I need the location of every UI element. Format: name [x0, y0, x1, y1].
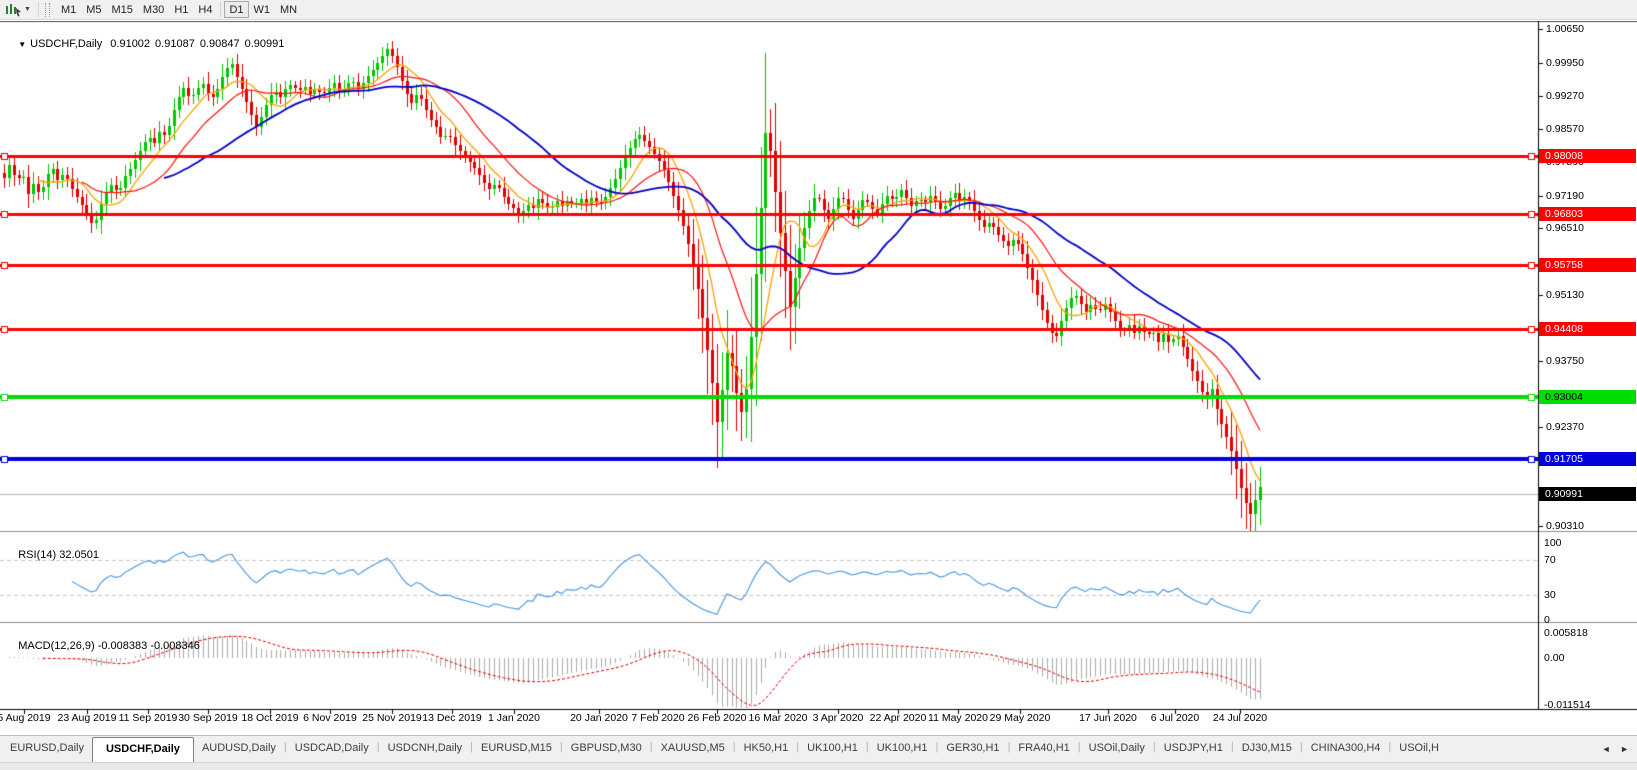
chart-tab-fra40-h1[interactable]: FRA40,H1 — [1010, 736, 1077, 763]
date-axis-label: 20 Jan 2020 — [570, 712, 628, 724]
price-chart-canvas[interactable] — [0, 21, 1637, 734]
rsi-value: 32.0501 — [59, 549, 99, 561]
timeframe-button-mn[interactable]: MN — [275, 1, 302, 18]
date-axis-label: 7 Feb 2020 — [631, 712, 685, 724]
rsi-scale-100: 100 — [1544, 537, 1562, 549]
tab-scroll-arrows: ◄ ► — [1595, 744, 1629, 754]
date-axis-label: 6 Nov 2019 — [303, 712, 357, 724]
date-axis-label: 11 May 2020 — [928, 712, 988, 724]
timeframe-button-m1[interactable]: M1 — [56, 1, 81, 18]
chart-tab-dj30-m15[interactable]: DJ30,M15 — [1234, 736, 1300, 763]
toolbar-separator — [220, 2, 222, 17]
chart-tab-usdcad-daily[interactable]: USDCAD,Daily — [287, 736, 377, 763]
chart-tab-usdchf-daily[interactable]: USDCHF,Daily — [91, 737, 194, 763]
price-axis-tick: 1.00650 — [1546, 23, 1584, 35]
timeframe-button-w1[interactable]: W1 — [249, 1, 276, 18]
macd-scale-0.00: 0.00 — [1544, 652, 1565, 664]
price-axis-tick: 0.99270 — [1546, 90, 1584, 102]
date-axis-label: 5 Aug 2019 — [0, 712, 51, 724]
date-axis-label: 25 Nov 2019 — [362, 712, 422, 724]
rsi-scale-70: 70 — [1544, 554, 1556, 566]
chart-symbol: USDCHF,Daily — [30, 38, 103, 50]
macd-values: -0.008383 -0.008346 — [97, 640, 200, 652]
date-axis-label: 6 Jul 2020 — [1150, 712, 1200, 724]
rsi-name: RSI(14) — [18, 549, 57, 561]
chart-tab-eurusd-daily[interactable]: EURUSD,Daily — [2, 736, 92, 763]
timeframe-button-h4[interactable]: H4 — [193, 1, 217, 18]
current-price-label: 0.90991 — [1539, 487, 1636, 501]
mt4-terminal: { "toolbar": { "dropdown_icon": "▼", "ti… — [0, 0, 1637, 770]
price-level-label-0.93004: 0.93004 — [1539, 390, 1636, 404]
chart-tab-ger30-h1[interactable]: GER30,H1 — [938, 736, 1007, 763]
timeframe-toolbar: ▼ M1 M5 M15 M30 H1 H4 D1 W1 MN — [0, 0, 1637, 20]
price-level-label-0.98008: 0.98008 — [1539, 149, 1636, 163]
date-axis-label: 11 Sep 2019 — [118, 712, 178, 724]
macd-scale--0.011514: -0.011514 — [1544, 699, 1591, 711]
date-axis-label: 29 May 2020 — [989, 712, 1051, 724]
chart-tab-hk50-h1[interactable]: HK50,H1 — [736, 736, 797, 763]
price-axis-tick: 0.95130 — [1546, 289, 1584, 301]
date-axis-label: 18 Oct 2019 — [241, 712, 299, 724]
price-axis-tick: 0.97190 — [1546, 190, 1584, 202]
rsi-indicator-label: RSI(14) 32.0501 — [6, 537, 99, 573]
date-axis-label: 24 Jul 2020 — [1212, 712, 1268, 724]
chart-tab-eurusd-m15[interactable]: EURUSD,M15 — [473, 736, 560, 763]
toolbar-separator — [37, 2, 39, 17]
timeframe-button-m5[interactable]: M5 — [81, 1, 106, 18]
ohlc-open: 0.91002 — [110, 38, 151, 50]
price-axis-tick: 0.96510 — [1546, 222, 1584, 234]
date-axis-label: 13 Dec 2019 — [422, 712, 482, 724]
chart-tab-usdcnh-daily[interactable]: USDCNH,Daily — [380, 736, 471, 763]
price-axis-tick: 0.98570 — [1546, 123, 1584, 135]
date-axis-label: 26 Feb 2020 — [687, 712, 747, 724]
status-strip — [0, 762, 1637, 770]
chart-tab-gbpusd-m30[interactable]: GBPUSD,M30 — [563, 736, 650, 763]
date-axis-label: 23 Aug 2019 — [57, 712, 117, 724]
price-axis-tick: 0.93750 — [1546, 355, 1584, 367]
price-level-label-0.94408: 0.94408 — [1539, 322, 1636, 336]
chart-tab-xauusd-m5[interactable]: XAUUSD,M5 — [653, 736, 733, 763]
timeframe-button-m15[interactable]: M15 — [107, 1, 138, 18]
chart-tab-usdjpy-h1[interactable]: USDJPY,H1 — [1156, 736, 1231, 763]
price-axis-tick: 0.92370 — [1546, 421, 1584, 433]
chart-tab-uk100-h1[interactable]: UK100,H1 — [799, 736, 866, 763]
date-axis-label: 3 Apr 2020 — [812, 712, 864, 724]
rsi-scale-0: 0 — [1544, 614, 1550, 626]
toolbar-grip[interactable] — [44, 2, 50, 17]
chart-cursor-icon[interactable] — [4, 3, 22, 17]
chevron-down-icon[interactable]: ▼ — [24, 6, 31, 13]
rsi-scale-30: 30 — [1544, 589, 1556, 601]
macd-name: MACD(12,26,9) — [18, 640, 95, 652]
collapse-triangle-icon[interactable]: ▼ — [18, 40, 26, 49]
timeframe-button-d1[interactable]: D1 — [224, 1, 249, 18]
price-level-label-0.95758: 0.95758 — [1539, 258, 1636, 272]
chart-window: ▼ USDCHF,Daily 0.91002 0.91087 0.90847 0.9099… — [0, 21, 1637, 734]
price-level-label-0.91705: 0.91705 — [1539, 452, 1636, 466]
price-level-label-0.96803: 0.96803 — [1539, 207, 1636, 221]
chart-tab-uk100-h1[interactable]: UK100,H1 — [869, 736, 936, 763]
date-axis-label: 1 Jan 2020 — [488, 712, 540, 724]
chart-tab-usoil-h[interactable]: USOil,H — [1391, 736, 1447, 763]
tab-scroll-right-icon[interactable]: ► — [1620, 744, 1629, 754]
chart-tab-usoil-daily[interactable]: USOil,Daily — [1081, 736, 1153, 763]
timeframe-button-m30[interactable]: M30 — [138, 1, 169, 18]
chart-tab-china300-h4[interactable]: CHINA300,H4 — [1303, 736, 1389, 763]
chart-tab-audusd-daily[interactable]: AUDUSD,Daily — [194, 736, 284, 763]
timeframe-button-h1[interactable]: H1 — [169, 1, 193, 18]
date-axis-label: 16 Mar 2020 — [748, 712, 808, 724]
ohlc-close: 0.90991 — [244, 38, 285, 50]
date-axis-label: 30 Sep 2019 — [178, 712, 238, 724]
ohlc-low: 0.90847 — [199, 38, 240, 50]
tab-scroll-left-icon[interactable]: ◄ — [1602, 744, 1611, 754]
macd-scale-0.005818: 0.005818 — [1544, 627, 1588, 639]
date-axis-label: 22 Apr 2020 — [869, 712, 927, 724]
date-axis-label: 17 Jun 2020 — [1079, 712, 1137, 724]
chart-tab-bar: EURUSD,Daily USDCHF,Daily AUDUSD,Daily | USD… — [0, 735, 1637, 763]
ohlc-high: 0.91087 — [155, 38, 195, 50]
macd-indicator-label: MACD(12,26,9) -0.008383 -0.008346 — [6, 628, 200, 664]
price-axis-tick: 0.90310 — [1546, 520, 1584, 532]
chart-title: ▼ USDCHF,Daily 0.91002 0.91087 0.90847 0.9099… — [6, 26, 289, 62]
price-axis-tick: 0.99950 — [1546, 57, 1584, 69]
